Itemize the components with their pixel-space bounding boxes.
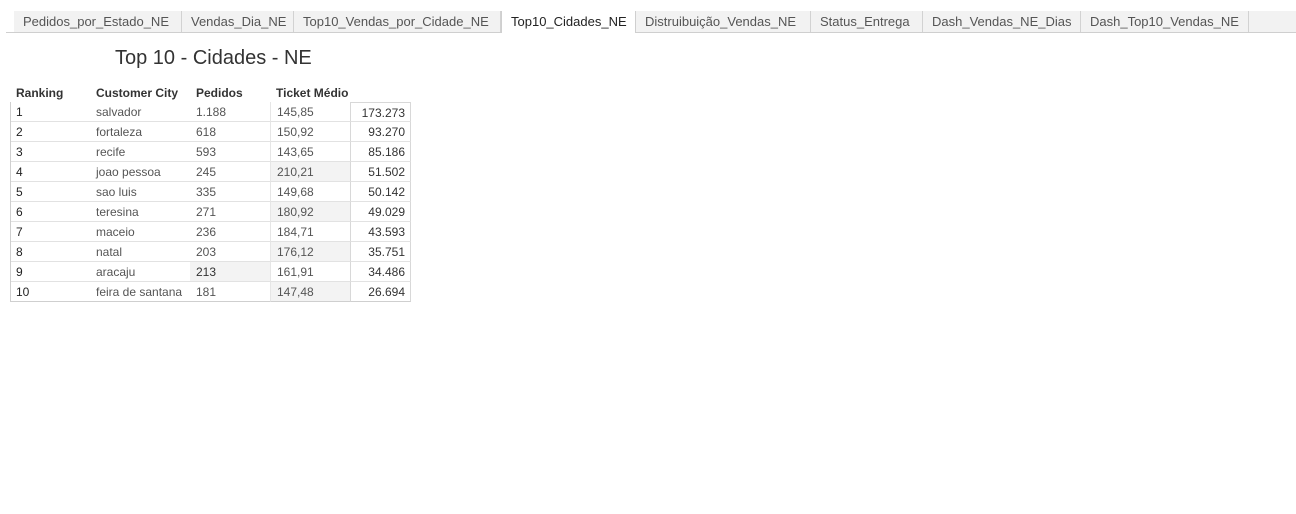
- cell-pedidos[interactable]: 271: [190, 202, 270, 222]
- cell-ticket-medio[interactable]: 150,92: [270, 122, 350, 142]
- tab-pedidos-por-estado-ne[interactable]: Pedidos_por_Estado_NE: [14, 11, 182, 32]
- tab-distribuicao-vendas-ne[interactable]: Distruibuição_Vendas_NE: [636, 11, 811, 32]
- tab-dash-vendas-ne-dias[interactable]: Dash_Vendas_NE_Dias: [923, 11, 1081, 32]
- cell-customer-city[interactable]: joao pessoa: [90, 162, 190, 182]
- cell-ticket-medio[interactable]: 161,91: [270, 262, 350, 282]
- cell-ranking[interactable]: 3: [10, 142, 90, 162]
- table-body: 1 salvador 1.188 145,85 173.273 2 fortal…: [10, 102, 411, 302]
- sheet-title: Top 10 - Cidades - NE: [115, 47, 312, 69]
- cell-customer-city[interactable]: teresina: [90, 202, 190, 222]
- table-row: 4 joao pessoa 245 210,21 51.502: [10, 162, 411, 182]
- cell-value[interactable]: 35.751: [350, 242, 411, 262]
- cell-ticket-medio[interactable]: 180,92: [270, 202, 350, 222]
- cell-pedidos[interactable]: 213: [190, 262, 270, 282]
- cell-ticket-medio[interactable]: 184,71: [270, 222, 350, 242]
- cell-customer-city[interactable]: natal: [90, 242, 190, 262]
- cell-customer-city[interactable]: fortaleza: [90, 122, 190, 142]
- cell-customer-city[interactable]: salvador: [90, 102, 190, 122]
- cell-ranking[interactable]: 6: [10, 202, 90, 222]
- cell-pedidos[interactable]: 593: [190, 142, 270, 162]
- cell-value[interactable]: 49.029: [350, 202, 411, 222]
- header-pedidos[interactable]: Pedidos: [196, 86, 243, 100]
- cell-ticket-medio[interactable]: 210,21: [270, 162, 350, 182]
- table-row: 8 natal 203 176,12 35.751: [10, 242, 411, 262]
- cell-pedidos[interactable]: 245: [190, 162, 270, 182]
- tab-dash-top10-vendas-ne[interactable]: Dash_Top10_Vendas_NE: [1081, 11, 1249, 32]
- cell-pedidos[interactable]: 335: [190, 182, 270, 202]
- sheet-tab-strip: Pedidos_por_Estado_NE Vendas_Dia_NE Top1…: [6, 11, 1296, 33]
- cell-value[interactable]: 93.270: [350, 122, 411, 142]
- worksheet-page: Pedidos_por_Estado_NE Vendas_Dia_NE Top1…: [0, 0, 1296, 514]
- tab-vendas-dia-ne[interactable]: Vendas_Dia_NE: [182, 11, 294, 32]
- table-row: 3 recife 593 143,65 85.186: [10, 142, 411, 162]
- cell-ticket-medio[interactable]: 147,48: [270, 282, 350, 302]
- cell-value[interactable]: 51.502: [350, 162, 411, 182]
- cell-value[interactable]: 173.273: [350, 102, 411, 122]
- cell-value[interactable]: 50.142: [350, 182, 411, 202]
- table-row: 10 feira de santana 181 147,48 26.694: [10, 282, 411, 302]
- cell-pedidos[interactable]: 203: [190, 242, 270, 262]
- header-ticket-medio[interactable]: Ticket Médio: [276, 86, 348, 100]
- table-row: 2 fortaleza 618 150,92 93.270: [10, 122, 411, 142]
- cell-ranking[interactable]: 7: [10, 222, 90, 242]
- tab-top10-vendas-por-cidade-ne[interactable]: Top10_Vendas_por_Cidade_NE: [294, 11, 501, 32]
- cell-value[interactable]: 43.593: [350, 222, 411, 242]
- cell-value[interactable]: 85.186: [350, 142, 411, 162]
- cell-ranking[interactable]: 1: [10, 102, 90, 122]
- table-row: 6 teresina 271 180,92 49.029: [10, 202, 411, 222]
- cell-customer-city[interactable]: sao luis: [90, 182, 190, 202]
- cell-ticket-medio[interactable]: 143,65: [270, 142, 350, 162]
- cell-customer-city[interactable]: feira de santana: [90, 282, 190, 302]
- cell-pedidos[interactable]: 618: [190, 122, 270, 142]
- cell-ticket-medio[interactable]: 145,85: [270, 102, 350, 122]
- header-ranking[interactable]: Ranking: [16, 86, 63, 100]
- table-row: 7 maceio 236 184,71 43.593: [10, 222, 411, 242]
- cell-ranking[interactable]: 4: [10, 162, 90, 182]
- cell-ranking[interactable]: 9: [10, 262, 90, 282]
- table-row: 5 sao luis 335 149,68 50.142: [10, 182, 411, 202]
- cell-value[interactable]: 34.486: [350, 262, 411, 282]
- cell-ranking[interactable]: 8: [10, 242, 90, 262]
- cell-ranking[interactable]: 10: [10, 282, 90, 302]
- cell-ticket-medio[interactable]: 176,12: [270, 242, 350, 262]
- cell-pedidos[interactable]: 1.188: [190, 102, 270, 122]
- cell-ranking[interactable]: 5: [10, 182, 90, 202]
- cell-value[interactable]: 26.694: [350, 282, 411, 302]
- header-customer-city[interactable]: Customer City: [96, 86, 178, 100]
- tab-top10-cidades-ne[interactable]: Top10_Cidades_NE: [501, 11, 636, 33]
- cell-pedidos[interactable]: 236: [190, 222, 270, 242]
- table-row: 9 aracaju 213 161,91 34.486: [10, 262, 411, 282]
- table-row: 1 salvador 1.188 145,85 173.273: [10, 102, 411, 122]
- cell-ticket-medio[interactable]: 149,68: [270, 182, 350, 202]
- cell-customer-city[interactable]: recife: [90, 142, 190, 162]
- cell-ranking[interactable]: 2: [10, 122, 90, 142]
- cell-customer-city[interactable]: aracaju: [90, 262, 190, 282]
- cell-customer-city[interactable]: maceio: [90, 222, 190, 242]
- cell-pedidos[interactable]: 181: [190, 282, 270, 302]
- tab-status-entrega[interactable]: Status_Entrega: [811, 11, 923, 32]
